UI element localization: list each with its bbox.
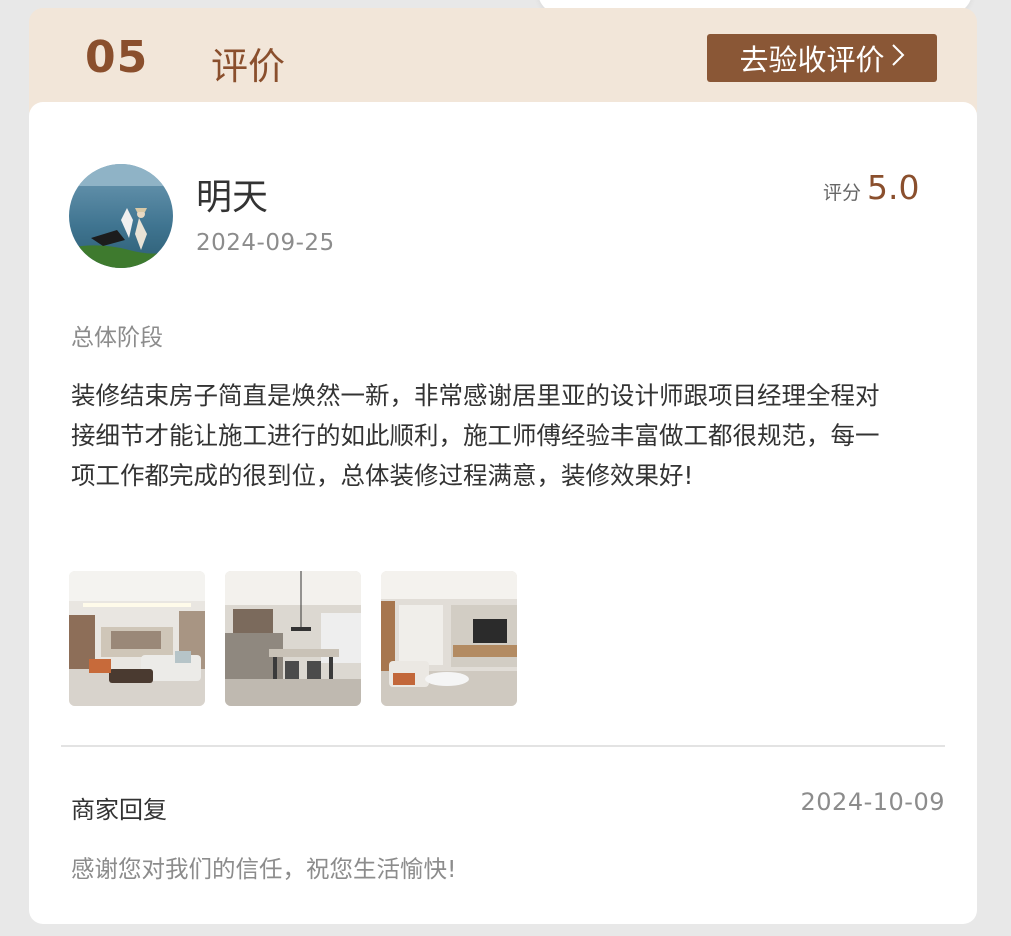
review-date: 2024-09-25 — [196, 230, 335, 256]
section-header: 05 评价 去验收评价 — [29, 8, 977, 112]
avatar[interactable] — [69, 164, 173, 268]
section-title: 评价 — [211, 45, 285, 88]
acceptance-review-button[interactable]: 去验收评价 — [707, 34, 937, 82]
review-stage: 总体阶段 — [71, 325, 163, 351]
score-label: 评分 — [823, 182, 862, 204]
review-photo-3[interactable] — [381, 571, 517, 706]
merchant-reply-content: 感谢您对我们的信任，祝您生活愉快! — [71, 855, 457, 883]
review-card: 明天 2024-09-25 评分 5.0 总体阶段 装修结束房子简直是焕然一新，… — [29, 102, 977, 924]
section-number: 05 — [85, 32, 149, 83]
review-content: 装修结束房子简直是焕然一新，非常感谢居里亚的设计师跟项目经理全程对接细节才能让施… — [71, 381, 880, 490]
score-value: 5.0 — [867, 168, 920, 207]
merchant-reply-date: 2024-10-09 — [800, 788, 945, 816]
merchant-reply-label: 商家回复 — [71, 796, 167, 824]
review-photo-1[interactable] — [69, 571, 205, 706]
divider — [61, 745, 945, 747]
review-photo-2[interactable] — [225, 571, 361, 706]
acceptance-review-label: 去验收评价 — [739, 43, 885, 77]
user-name: 明天 — [196, 177, 269, 218]
chevron-right-icon — [891, 42, 905, 74]
